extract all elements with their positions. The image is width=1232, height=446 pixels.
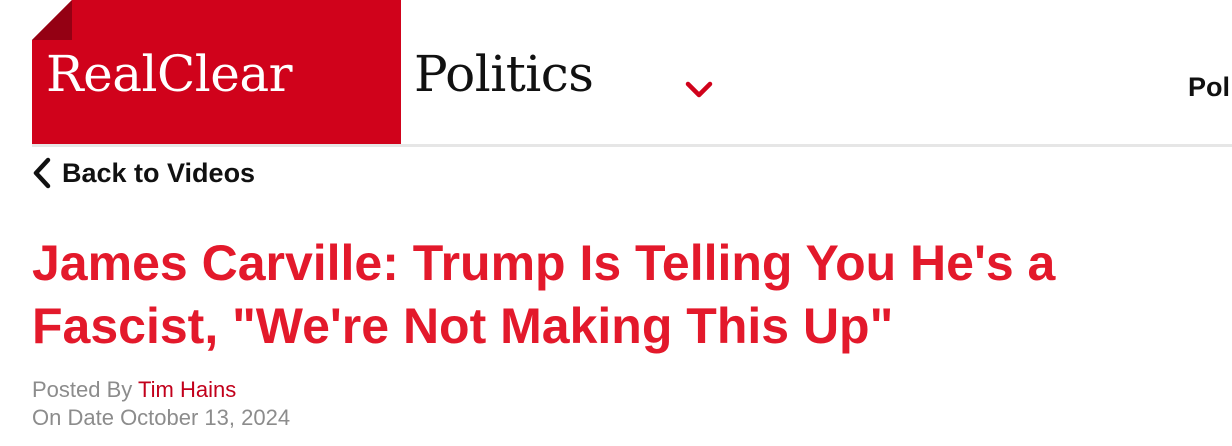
publish-date: October 13, 2024 [120,405,291,430]
article-meta: Posted By Tim Hains On Date October 13, … [32,376,290,432]
article-title: James Carville: Trump Is Telling You He'… [32,235,1056,354]
byline: Posted By Tim Hains [32,376,290,404]
back-to-videos-link[interactable]: Back to Videos [32,155,255,191]
author-link[interactable]: Tim Hains [138,377,236,402]
chevron-down-icon[interactable] [684,78,714,102]
chevron-left-icon [32,157,52,189]
logo-text-realclear: RealClear [46,45,293,103]
posted-by-label: Posted By [32,377,133,402]
date-label: On Date [32,405,114,430]
page: RealClear Politics Pol Back to Videos Ja… [0,0,1232,446]
header-divider [32,144,1232,147]
dateline: On Date October 13, 2024 [32,404,290,432]
back-link-label: Back to Videos [62,157,256,188]
logo-fold-shadow [32,0,72,40]
logo-text-politics: Politics [414,45,594,103]
nav-item-polls[interactable]: Pol [1188,70,1230,104]
site-header: RealClear Politics Pol [0,0,1232,147]
